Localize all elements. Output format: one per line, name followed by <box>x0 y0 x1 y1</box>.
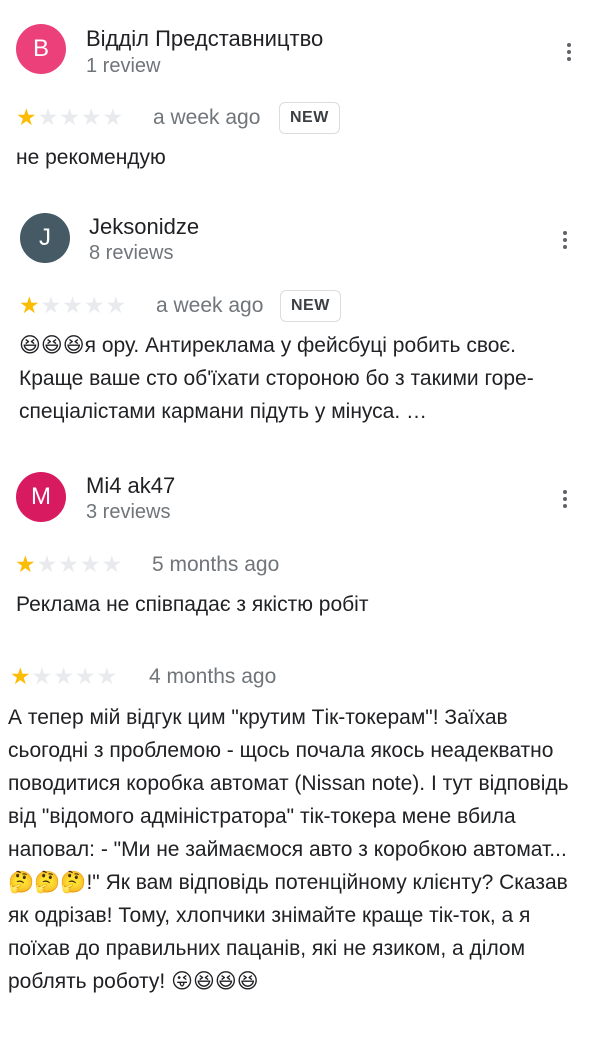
review-text: 😆😆😆я ору. Антиреклама у фейсбуці робить … <box>19 334 534 423</box>
star-icon: ★ <box>37 104 59 130</box>
review-text: не рекомендую <box>16 146 166 169</box>
review-time: a week ago <box>153 106 261 129</box>
star-icon: ★ <box>102 104 124 130</box>
star-icon: ★ <box>19 292 40 318</box>
more-vert-icon[interactable] <box>561 38 577 66</box>
star-rating: ★ ★ ★ ★ ★ <box>16 106 123 129</box>
star-icon: ★ <box>105 292 127 318</box>
reviewer-name[interactable]: Mi4 ak47 <box>86 473 175 499</box>
star-icon: ★ <box>62 292 83 318</box>
star-rating: ★ ★ ★ ★ ★ <box>15 553 122 576</box>
star-icon: ★ <box>53 663 74 689</box>
avatar[interactable]: В <box>16 24 66 74</box>
avatar[interactable]: M <box>16 472 66 522</box>
star-icon: ★ <box>79 551 101 577</box>
reviewer-name[interactable]: Jeksonidze <box>89 214 199 240</box>
more-vert-icon[interactable] <box>557 485 573 513</box>
star-icon: ★ <box>80 104 102 130</box>
star-icon: ★ <box>10 663 31 689</box>
star-icon: ★ <box>58 551 79 577</box>
new-badge: NEW <box>279 102 340 134</box>
review-time: a week ago <box>156 294 264 317</box>
star-icon: ★ <box>36 551 58 577</box>
star-icon: ★ <box>31 663 53 689</box>
reviewer-review-count: 8 reviews <box>89 242 174 264</box>
star-icon: ★ <box>16 104 37 130</box>
star-icon: ★ <box>74 663 96 689</box>
star-rating: ★ ★ ★ ★ ★ <box>10 665 117 688</box>
star-icon: ★ <box>59 104 80 130</box>
star-icon: ★ <box>101 551 123 577</box>
star-icon: ★ <box>83 292 105 318</box>
star-icon: ★ <box>40 292 62 318</box>
review-text: А тепер мій відгук цим "крутим Тік-токер… <box>8 706 569 993</box>
reviewer-review-count: 1 review <box>86 55 161 77</box>
reviewer-review-count: 3 reviews <box>86 501 171 523</box>
star-rating: ★ ★ ★ ★ ★ <box>19 294 126 317</box>
reviewer-name[interactable]: Відділ Представництво <box>86 26 323 52</box>
review-time: 4 months ago <box>149 665 277 688</box>
star-icon: ★ <box>96 663 118 689</box>
new-badge: NEW <box>280 290 341 322</box>
avatar[interactable]: J <box>20 213 70 263</box>
star-icon: ★ <box>15 551 36 577</box>
review-text: Реклама не співпадає з якістю робіт <box>16 593 369 616</box>
review-time: 5 months ago <box>152 553 280 576</box>
more-vert-icon[interactable] <box>557 226 573 254</box>
